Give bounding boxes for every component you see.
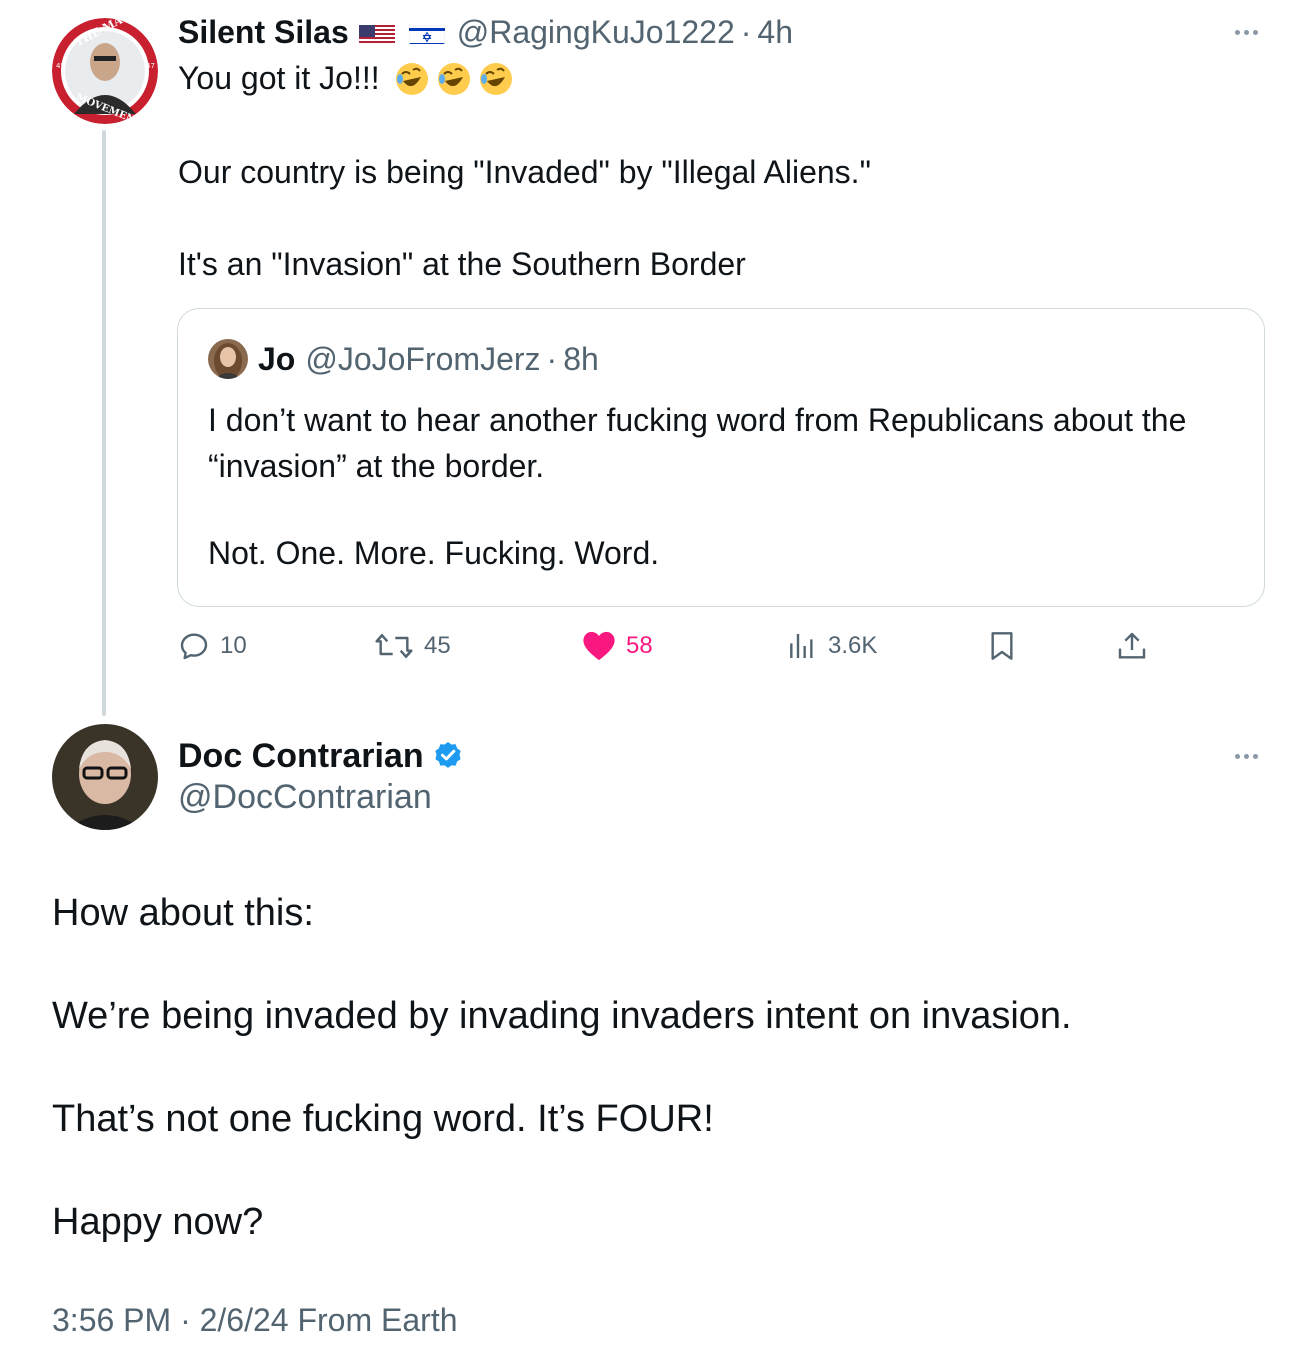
views-button[interactable]: 3.6K [786, 626, 877, 666]
israel-flag-icon [408, 20, 445, 44]
retweet-icon [375, 633, 413, 659]
quoted-author-handle: @JoJoFromJerz [305, 340, 541, 377]
author-name[interactable]: Silent Silas [178, 14, 349, 51]
main-tweet-header: Doc Contrarian [178, 736, 464, 776]
view-count: 3.6K [828, 632, 878, 659]
retweet-button[interactable]: 45 [374, 626, 451, 666]
share-icon [1118, 632, 1146, 659]
tweet-text: It's an "Invasion" at the Southern Borde… [178, 246, 746, 282]
tweet-text: You got it Jo!!! [178, 60, 380, 96]
thread-connector-line [102, 130, 106, 716]
author-handle[interactable]: @DocContrarian [178, 778, 432, 817]
tweet-timestamp-meta[interactable]: 3:56 PM · 2/6/24 From Earth [52, 1302, 458, 1339]
tweet-time[interactable]: 4h [757, 14, 793, 51]
parent-tweet-header: Silent Silas @RagingKuJo1222 · 4h [178, 12, 793, 52]
reply-count: 10 [220, 632, 247, 659]
more-options-icon[interactable] [1226, 746, 1266, 766]
main-tweet-paragraph: We’re being invaded by invading invaders… [52, 995, 1072, 1037]
quoted-tweet-header: Jo @JoJoFromJerz · 8h [208, 339, 599, 379]
us-flag-icon [358, 20, 395, 44]
share-button[interactable] [1116, 626, 1148, 666]
rofl-emoji-icon [394, 61, 430, 97]
bookmark-button[interactable] [986, 626, 1018, 666]
quoted-tweet-text: I don’t want to hear another fucking wor… [208, 402, 1187, 484]
tweet-text: Our country is being "Invaded" by "Illeg… [178, 154, 871, 190]
separator-dot: · [546, 340, 558, 377]
doc-contrarian-avatar[interactable] [52, 724, 158, 830]
reply-button[interactable]: 10 [178, 626, 247, 666]
like-button[interactable]: 58 [582, 626, 653, 666]
reply-icon [180, 633, 208, 660]
bookmark-icon [991, 632, 1013, 660]
quoted-tweet-text: Not. One. More. Fucking. Word. [208, 535, 660, 571]
svg-text:47: 47 [146, 62, 155, 70]
more-options-icon[interactable] [1226, 22, 1266, 42]
heart-filled-icon [583, 631, 615, 661]
separator-dot: · [740, 13, 752, 50]
rofl-emoji-icon [478, 61, 514, 97]
author-handle[interactable]: @RagingKuJo1222 [457, 14, 735, 51]
rofl-emoji-icon [436, 61, 472, 97]
quoted-tweet-time: 8h [563, 340, 599, 377]
like-count: 58 [626, 632, 653, 659]
views-chart-icon [790, 634, 813, 658]
parent-tweet-line1: You got it Jo!!! [178, 60, 514, 97]
main-tweet-paragraph: Happy now? [52, 1201, 264, 1243]
svg-text:45: 45 [56, 62, 65, 70]
jo-avatar [208, 339, 248, 379]
main-tweet-paragraph: How about this: [52, 892, 314, 934]
silent-silas-avatar[interactable]: THE MAGA MOVEMENT 45 47 [52, 18, 158, 124]
author-name[interactable]: Doc Contrarian [178, 737, 424, 776]
main-tweet-paragraph: That’s not one fucking word. It’s FOUR! [52, 1098, 714, 1140]
verified-badge-icon [432, 740, 464, 772]
quoted-author-name: Jo [258, 340, 296, 377]
retweet-count: 45 [424, 632, 451, 659]
tweet-action-bar: 10 45 58 3.6K [178, 626, 1178, 666]
quoted-tweet-card[interactable]: Jo @JoJoFromJerz · 8h I don’t want to he… [177, 308, 1265, 607]
